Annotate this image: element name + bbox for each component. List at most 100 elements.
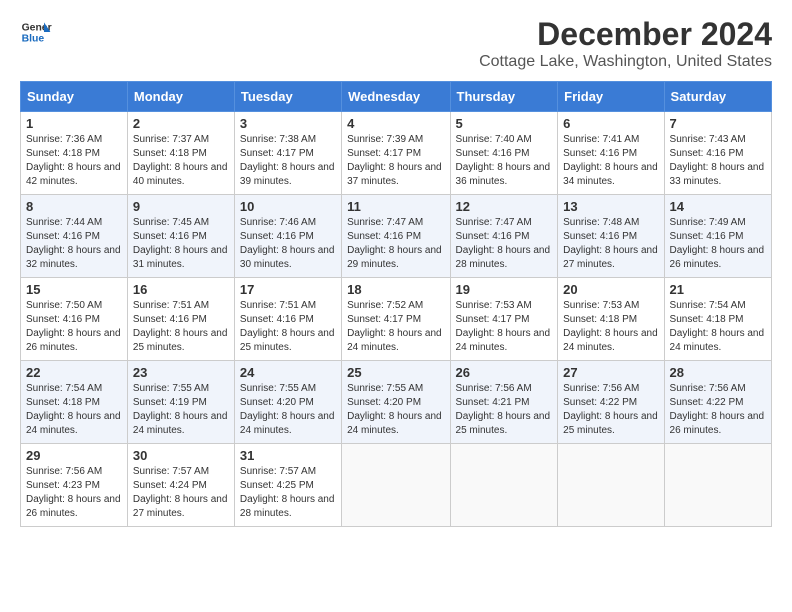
calendar-cell: 2 Sunrise: 7:37 AMSunset: 4:18 PMDaylight… [127,112,234,195]
calendar-week-row: 1Sunrise: 7:36 AMSunset: 4:18 PMDaylight… [21,112,772,195]
day-number: 7 [670,116,766,131]
day-number: 9 [133,199,229,214]
calendar-cell: 9 Sunrise: 7:45 AMSunset: 4:16 PMDaylight… [127,195,234,278]
logo: General Blue [20,16,52,48]
cell-details: Sunrise: 7:37 AMSunset: 4:18 PMDaylight:… [133,134,228,187]
calendar-cell: 26 Sunrise: 7:56 AMSunset: 4:21 PMDayligh… [450,361,558,444]
calendar-cell: 29 Sunrise: 7:56 AMSunset: 4:23 PMDayligh… [21,444,128,527]
calendar-cell: 8 Sunrise: 7:44 AMSunset: 4:16 PMDaylight… [21,195,128,278]
day-number: 12 [456,199,553,214]
cell-details: Sunrise: 7:57 AMSunset: 4:25 PMDaylight:… [240,466,335,519]
page-header: General Blue December 2024 Cottage Lake,… [20,16,772,71]
column-header-tuesday: Tuesday [234,82,341,112]
day-number: 13 [563,199,658,214]
cell-details: Sunrise: 7:47 AMSunset: 4:16 PMDaylight:… [456,217,551,270]
cell-details: Sunrise: 7:56 AMSunset: 4:22 PMDaylight:… [670,383,765,436]
day-number: 11 [347,199,444,214]
cell-details: Sunrise: 7:51 AMSunset: 4:16 PMDaylight:… [133,300,228,353]
cell-details: Sunrise: 7:56 AMSunset: 4:21 PMDaylight:… [456,383,551,436]
day-number: 25 [347,365,444,380]
cell-details: Sunrise: 7:41 AMSunset: 4:16 PMDaylight:… [563,134,658,187]
calendar-week-row: 22 Sunrise: 7:54 AMSunset: 4:18 PMDayligh… [21,361,772,444]
cell-details: Sunrise: 7:55 AMSunset: 4:19 PMDaylight:… [133,383,228,436]
calendar-cell: 3Sunrise: 7:38 AMSunset: 4:17 PMDaylight… [234,112,341,195]
calendar-cell: 23Sunrise: 7:55 AMSunset: 4:19 PMDayligh… [127,361,234,444]
column-header-monday: Monday [127,82,234,112]
calendar-cell: 18 Sunrise: 7:52 AMSunset: 4:17 PMDayligh… [342,278,450,361]
cell-details: Sunrise: 7:57 AMSunset: 4:24 PMDaylight:… [133,466,228,519]
day-number: 26 [456,365,553,380]
day-number: 14 [670,199,766,214]
day-number: 29 [26,448,122,463]
calendar-week-row: 15Sunrise: 7:50 AMSunset: 4:16 PMDayligh… [21,278,772,361]
title-section: December 2024 Cottage Lake, Washington, … [479,16,772,71]
day-number: 22 [26,365,122,380]
day-number: 28 [670,365,766,380]
cell-details: Sunrise: 7:40 AMSunset: 4:16 PMDaylight:… [456,134,551,187]
cell-details: Sunrise: 7:53 AMSunset: 4:17 PMDaylight:… [456,300,551,353]
cell-details: Sunrise: 7:53 AMSunset: 4:18 PMDaylight:… [563,300,658,353]
day-number: 17 [240,282,336,297]
day-number: 10 [240,199,336,214]
day-number: 16 [133,282,229,297]
cell-details: Sunrise: 7:51 AMSunset: 4:16 PMDaylight:… [240,300,335,353]
column-header-friday: Friday [558,82,664,112]
calendar-cell: 1Sunrise: 7:36 AMSunset: 4:18 PMDaylight… [21,112,128,195]
calendar-header-row: SundayMondayTuesdayWednesdayThursdayFrid… [21,82,772,112]
cell-details: Sunrise: 7:36 AMSunset: 4:18 PMDaylight:… [26,134,121,187]
cell-details: Sunrise: 7:48 AMSunset: 4:16 PMDaylight:… [563,217,658,270]
calendar-cell: 15Sunrise: 7:50 AMSunset: 4:16 PMDayligh… [21,278,128,361]
calendar-cell: 19 Sunrise: 7:53 AMSunset: 4:17 PMDayligh… [450,278,558,361]
calendar-cell: 6 Sunrise: 7:41 AMSunset: 4:16 PMDaylight… [558,112,664,195]
calendar-cell: 20 Sunrise: 7:53 AMSunset: 4:18 PMDayligh… [558,278,664,361]
cell-details: Sunrise: 7:45 AMSunset: 4:16 PMDaylight:… [133,217,228,270]
calendar-cell: 28 Sunrise: 7:56 AMSunset: 4:22 PMDayligh… [664,361,771,444]
day-number: 6 [563,116,658,131]
cell-details: Sunrise: 7:55 AMSunset: 4:20 PMDaylight:… [347,383,442,436]
logo-icon: General Blue [20,16,52,48]
svg-text:Blue: Blue [22,34,45,45]
calendar-cell: 14 Sunrise: 7:49 AMSunset: 4:16 PMDayligh… [664,195,771,278]
calendar-cell [664,444,771,527]
calendar-cell: 12 Sunrise: 7:47 AMSunset: 4:16 PMDayligh… [450,195,558,278]
calendar-cell: 16 Sunrise: 7:51 AMSunset: 4:16 PMDayligh… [127,278,234,361]
day-number: 18 [347,282,444,297]
day-number: 3 [240,116,336,131]
column-header-thursday: Thursday [450,82,558,112]
cell-details: Sunrise: 7:50 AMSunset: 4:16 PMDaylight:… [26,300,121,353]
calendar-week-row: 8 Sunrise: 7:44 AMSunset: 4:16 PMDaylight… [21,195,772,278]
day-number: 5 [456,116,553,131]
day-number: 20 [563,282,658,297]
calendar-cell: 5 Sunrise: 7:40 AMSunset: 4:16 PMDaylight… [450,112,558,195]
cell-details: Sunrise: 7:44 AMSunset: 4:16 PMDaylight:… [26,217,121,270]
day-number: 2 [133,116,229,131]
calendar-cell [450,444,558,527]
calendar-cell: 27 Sunrise: 7:56 AMSunset: 4:22 PMDayligh… [558,361,664,444]
cell-details: Sunrise: 7:55 AMSunset: 4:20 PMDaylight:… [240,383,335,436]
cell-details: Sunrise: 7:54 AMSunset: 4:18 PMDaylight:… [670,300,765,353]
calendar-cell: 24Sunrise: 7:55 AMSunset: 4:20 PMDayligh… [234,361,341,444]
day-number: 19 [456,282,553,297]
cell-details: Sunrise: 7:56 AMSunset: 4:23 PMDaylight:… [26,466,121,519]
calendar-week-row: 29 Sunrise: 7:56 AMSunset: 4:23 PMDayligh… [21,444,772,527]
column-header-saturday: Saturday [664,82,771,112]
calendar-cell: 17 Sunrise: 7:51 AMSunset: 4:16 PMDayligh… [234,278,341,361]
column-header-sunday: Sunday [21,82,128,112]
cell-details: Sunrise: 7:47 AMSunset: 4:16 PMDaylight:… [347,217,442,270]
day-number: 8 [26,199,122,214]
calendar-cell: 10 Sunrise: 7:46 AMSunset: 4:16 PMDayligh… [234,195,341,278]
day-number: 27 [563,365,658,380]
column-header-wednesday: Wednesday [342,82,450,112]
cell-details: Sunrise: 7:56 AMSunset: 4:22 PMDaylight:… [563,383,658,436]
cell-details: Sunrise: 7:49 AMSunset: 4:16 PMDaylight:… [670,217,765,270]
calendar-cell [558,444,664,527]
day-number: 4 [347,116,444,131]
calendar-cell: 22 Sunrise: 7:54 AMSunset: 4:18 PMDayligh… [21,361,128,444]
day-number: 31 [240,448,336,463]
cell-details: Sunrise: 7:39 AMSunset: 4:17 PMDaylight:… [347,134,442,187]
cell-details: Sunrise: 7:46 AMSunset: 4:16 PMDaylight:… [240,217,335,270]
cell-details: Sunrise: 7:54 AMSunset: 4:18 PMDaylight:… [26,383,121,436]
calendar-cell: 4 Sunrise: 7:39 AMSunset: 4:17 PMDaylight… [342,112,450,195]
cell-details: Sunrise: 7:52 AMSunset: 4:17 PMDaylight:… [347,300,442,353]
calendar-cell: 13 Sunrise: 7:48 AMSunset: 4:16 PMDayligh… [558,195,664,278]
